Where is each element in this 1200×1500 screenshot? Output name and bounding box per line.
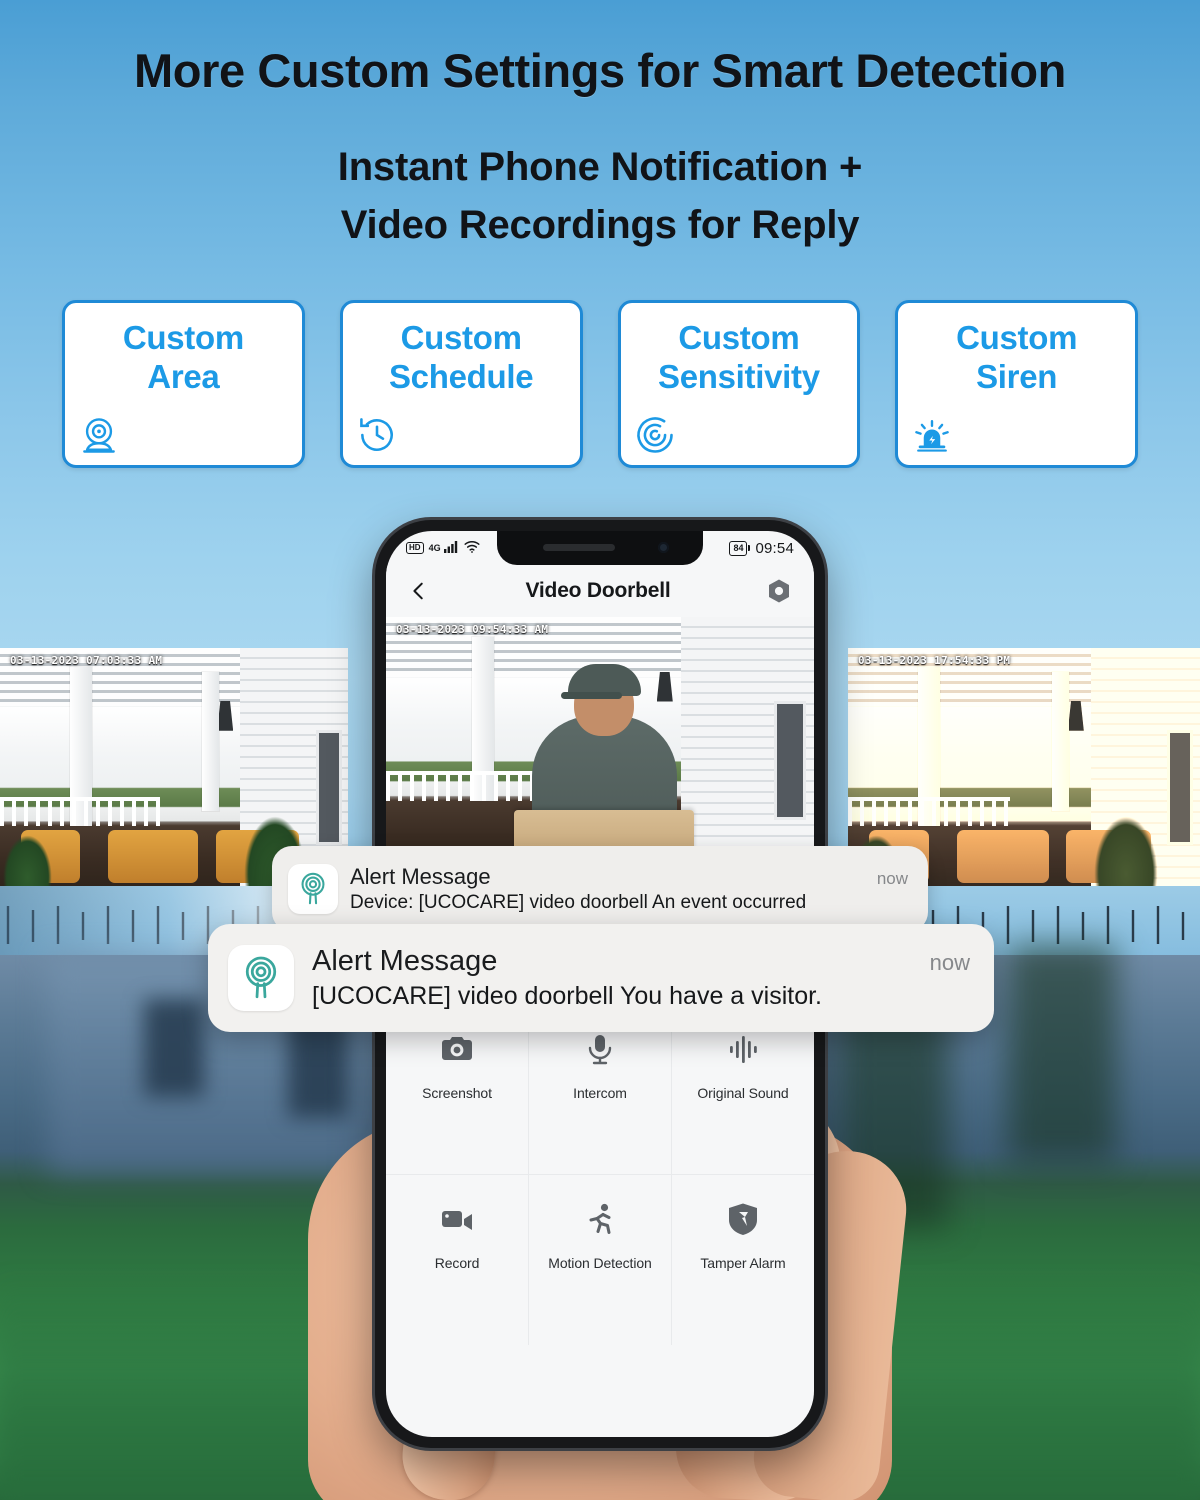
- shield-icon: [725, 1201, 761, 1237]
- camera-timestamp: 03-13-2023 17:54:33 PM: [858, 654, 1011, 667]
- notification-body: Alert Message now Device: [UCOCARE] vide…: [350, 864, 908, 914]
- ucocare-teal-pin-icon: [228, 945, 294, 1011]
- shrub: [1094, 816, 1158, 888]
- microphone-icon: [582, 1031, 618, 1067]
- feature-card-label: Custom Siren: [908, 319, 1125, 397]
- feature-card-label: Custom Schedule: [353, 319, 570, 397]
- notification-time: now: [876, 869, 908, 888]
- feature-card-label-line-1: Custom: [400, 319, 522, 356]
- notification-toast-visitor[interactable]: Alert Message now [UCOCARE] video doorbe…: [208, 924, 994, 1032]
- page-title: More Custom Settings for Smart Detection: [134, 44, 1066, 97]
- camera-timestamp: 03-13-2023 07:03:33 AM: [10, 654, 163, 667]
- control-label: Record: [434, 1255, 480, 1271]
- sensitivity-swirl-icon: [633, 413, 677, 457]
- control-row: Record Motion Detection Tamper Alarm: [386, 1175, 814, 1345]
- feature-card-custom-sensitivity[interactable]: Custom Sensitivity: [617, 300, 861, 468]
- status-bar: HD 4G 84 09:54: [386, 531, 814, 565]
- control-grid: Screenshot Intercom Original Sound Recor…: [386, 1005, 814, 1345]
- status-bar-left: HD 4G: [406, 540, 480, 556]
- battery-level: 84: [729, 540, 748, 556]
- control-label: Intercom: [573, 1085, 627, 1101]
- control-label: Tamper Alarm: [700, 1255, 786, 1271]
- control-tamper-alarm[interactable]: Tamper Alarm: [672, 1175, 814, 1345]
- notification-title: Alert Message: [350, 864, 491, 889]
- siren-light-icon: [910, 413, 954, 457]
- hero-heading-block: More Custom Settings for Smart Detection…: [0, 44, 1200, 254]
- battery-icon: 84: [729, 540, 751, 556]
- promo-banner: More Custom Settings for Smart Detection…: [0, 0, 1200, 1500]
- network-label: 4G: [428, 543, 441, 553]
- notification-text: Device: [UCOCARE] video doorbell An even…: [350, 892, 807, 913]
- porch-railing: [848, 796, 1010, 826]
- camera-timestamp: 03-13-2023 09:54:33 AM: [396, 623, 549, 636]
- control-motion-detection[interactable]: Motion Detection: [529, 1175, 672, 1345]
- hero-subtitle-line-2: Video Recordings for Reply: [340, 203, 860, 248]
- app-bar-title: Video Doorbell: [525, 579, 671, 602]
- control-label: Motion Detection: [548, 1255, 652, 1271]
- porch-column: [1052, 672, 1070, 812]
- app-bar: Video Doorbell: [386, 565, 814, 617]
- wifi-icon: [464, 540, 480, 556]
- battery-tip: [748, 545, 751, 551]
- status-bar-right: 84 09:54: [729, 540, 794, 557]
- notification-header: Alert Message now: [312, 945, 970, 978]
- notification-title: Alert Message: [312, 945, 498, 977]
- camera-live-view[interactable]: 03-13-2023 09:54:33 AM: [386, 617, 814, 865]
- feature-card-custom-schedule[interactable]: Custom Schedule: [339, 300, 583, 468]
- feature-card-custom-area[interactable]: Custom Area: [62, 300, 305, 468]
- patio-cushion: [957, 830, 1049, 884]
- control-label: Screenshot: [422, 1085, 492, 1101]
- hero-subtitle-line-1: Instant Phone Notification +: [337, 145, 863, 190]
- background-window: [144, 998, 204, 1097]
- person-cap: [560, 664, 641, 700]
- delivery-person: [386, 617, 814, 865]
- video-camera-icon: [439, 1201, 475, 1237]
- notification-toast-event[interactable]: Alert Message now Device: [UCOCARE] vide…: [272, 846, 928, 932]
- notification-body: Alert Message now [UCOCARE] video doorbe…: [312, 945, 970, 1011]
- feature-card-label-line-2: Area: [147, 357, 220, 395]
- porch-railing: [0, 796, 161, 826]
- hero-subtitle: Instant Phone Notification + Video Recor…: [0, 138, 1200, 254]
- notification-text: [UCOCARE] video doorbell You have a visi…: [312, 982, 822, 1010]
- ucocare-teal-pin-icon: [288, 864, 338, 914]
- control-record[interactable]: Record: [386, 1175, 529, 1345]
- feature-card-label-line-2: Sensitivity: [657, 357, 820, 395]
- feature-card-label: Custom Sensitivity: [631, 319, 848, 397]
- running-person-icon: [582, 1201, 618, 1237]
- feature-card-list: Custom Area Custom Schedule Custom Sensi…: [62, 300, 1138, 468]
- clock-history-icon: [355, 413, 399, 457]
- shrub: [3, 835, 53, 888]
- patio-cushion: [107, 830, 199, 884]
- feature-card-custom-siren[interactable]: Custom Siren: [895, 300, 1138, 468]
- sound-wave-icon: [725, 1031, 761, 1067]
- porch-column: [201, 672, 219, 812]
- camera-dome-icon: [77, 413, 121, 457]
- status-bar-clock: 09:54: [755, 539, 794, 557]
- background-tree: [1008, 944, 1116, 1163]
- feature-card-label: Custom Area: [75, 319, 292, 397]
- notification-time: now: [929, 950, 970, 975]
- feature-card-label-line-2: Siren: [976, 357, 1058, 395]
- signal-bars-icon: [443, 540, 459, 556]
- notification-header: Alert Message now: [350, 864, 908, 890]
- feature-card-label-line-2: Schedule: [388, 357, 534, 395]
- feature-card-label-line-1: Custom: [678, 319, 800, 356]
- control-label: Original Sound: [697, 1085, 789, 1101]
- chevron-left-icon[interactable]: [408, 580, 430, 602]
- feature-card-label-line-1: Custom: [122, 319, 244, 356]
- camera-icon: [439, 1031, 475, 1067]
- gear-hex-icon[interactable]: [766, 578, 792, 604]
- feature-card-label-line-1: Custom: [956, 319, 1078, 356]
- hd-badge: HD: [406, 542, 424, 554]
